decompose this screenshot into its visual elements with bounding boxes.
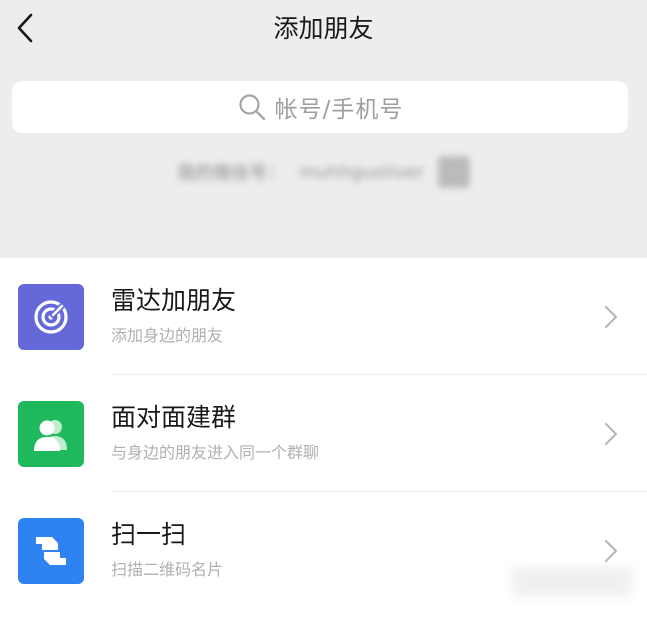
- scan-icon: [18, 518, 84, 584]
- item-subtitle: 与身边的朋友进入同一个群聊: [111, 443, 320, 462]
- item-title: 面对面建群: [111, 403, 237, 432]
- chevron-right-icon: [603, 538, 619, 564]
- search-icon: [237, 92, 267, 122]
- watermark: [512, 567, 632, 597]
- people-icon: [18, 401, 84, 467]
- list-item-face-to-face-group[interactable]: 面对面建群 与身边的朋友进入同一个群聊: [0, 375, 647, 492]
- search-input[interactable]: 帐号/手机号: [12, 81, 628, 133]
- page-title: 添加朋友: [273, 14, 374, 43]
- chevron-right-icon: [603, 304, 619, 330]
- qr-code-icon[interactable]: [437, 156, 470, 188]
- search-placeholder: 帐号/手机号: [274, 97, 404, 123]
- add-friend-options: 雷达加朋友 添加身边的朋友 面对面建群 与身边的朋友进入同一个群聊 扫一扫 扫描…: [0, 258, 647, 609]
- item-subtitle: 添加身边的朋友: [111, 326, 224, 345]
- list-item-radar[interactable]: 雷达加朋友 添加身边的朋友: [0, 258, 647, 375]
- radar-icon: [18, 284, 84, 350]
- my-wechat-id[interactable]: 我的微信号： muhhguoliver: [0, 154, 647, 190]
- item-title: 扫一扫: [111, 520, 187, 549]
- nav-header: 添加朋友: [0, 0, 647, 58]
- wechat-id-label: 我的微信号：: [177, 163, 286, 184]
- item-subtitle: 扫描二维码名片: [111, 560, 224, 579]
- top-section: 添加朋友 帐号/手机号 我的微信号： muhhguoliver: [0, 0, 647, 258]
- item-title: 雷达加朋友: [111, 286, 237, 315]
- wechat-id-value: muhhguoliver: [299, 161, 424, 183]
- chevron-right-icon: [603, 421, 619, 447]
